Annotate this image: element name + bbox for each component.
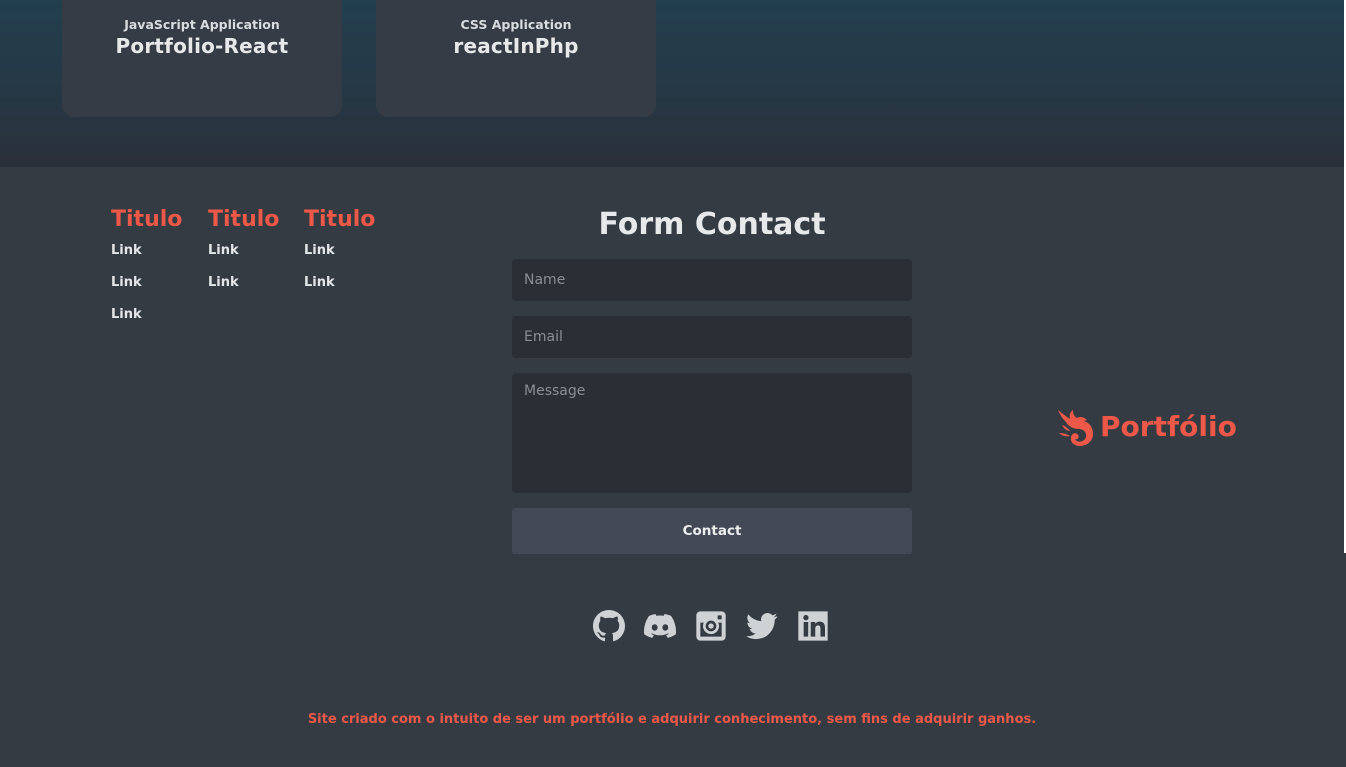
- brand[interactable]: Portfólio: [1056, 407, 1237, 447]
- project-name: Portfolio-React: [115, 34, 289, 58]
- footer-link[interactable]: Link: [304, 243, 375, 275]
- name-input[interactable]: [512, 259, 912, 301]
- footer-link-column-1: Titulo Link Link Link: [111, 206, 182, 339]
- twitter-icon[interactable]: [746, 610, 778, 642]
- linkedin-icon[interactable]: [797, 610, 829, 642]
- projects-section: JavaScript Application Portfolio-React C…: [0, 0, 1344, 167]
- project-card-portfolio-react[interactable]: JavaScript Application Portfolio-React: [62, 0, 342, 117]
- footer-link-column-3: Titulo Link Link: [304, 206, 375, 307]
- column-title: Titulo: [304, 207, 376, 232]
- column-title: Titulo: [208, 207, 280, 232]
- footer-link[interactable]: Link: [208, 275, 279, 307]
- footer-link[interactable]: Link: [304, 275, 375, 307]
- contact-button[interactable]: Contact: [512, 508, 912, 554]
- footer-link[interactable]: Link: [208, 243, 279, 275]
- message-textarea[interactable]: [512, 373, 912, 493]
- project-card-reactinphp[interactable]: CSS Application reactInPhp: [376, 0, 656, 117]
- brand-name: Portfólio: [1100, 410, 1237, 443]
- project-type: JavaScript Application: [124, 17, 280, 32]
- footer-disclaimer: Site criado com o intuito de ser um port…: [307, 712, 1037, 727]
- footer-link[interactable]: Link: [111, 243, 182, 275]
- footer-link[interactable]: Link: [111, 275, 182, 307]
- project-name: reactInPhp: [453, 34, 579, 58]
- discord-icon[interactable]: [644, 610, 677, 642]
- instagram-icon[interactable]: [695, 610, 727, 642]
- form-title: Form Contact: [598, 207, 826, 242]
- project-type: CSS Application: [460, 17, 572, 32]
- footer-link-column-2: Titulo Link Link: [208, 206, 279, 307]
- phoenix-logo-icon: [1058, 410, 1093, 446]
- social-links: [593, 610, 829, 642]
- github-icon[interactable]: [593, 610, 625, 642]
- footer-link[interactable]: Link: [111, 307, 182, 339]
- column-title: Titulo: [111, 207, 183, 232]
- email-input[interactable]: [512, 316, 912, 358]
